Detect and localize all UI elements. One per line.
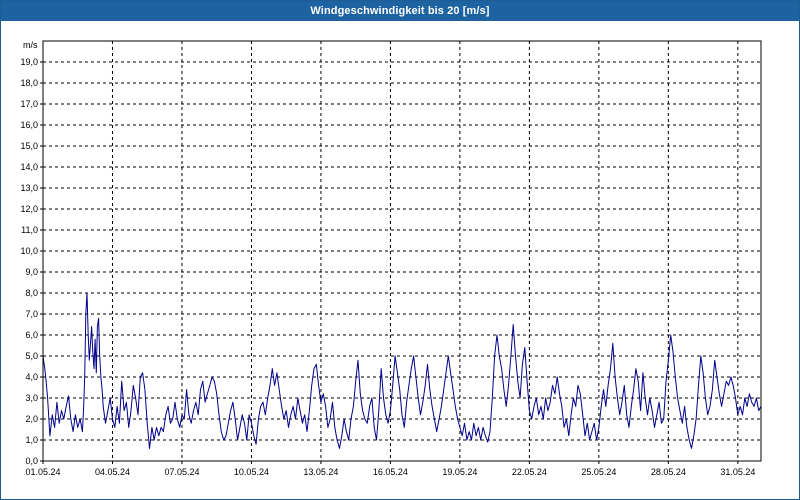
chart-title: Windgeschwindigkeit bis 20 [m/s] — [1, 1, 799, 21]
y-tick-label: 10,0 — [20, 246, 38, 256]
y-tick-label: 7,0 — [25, 309, 38, 319]
y-tick-label: 6,0 — [25, 330, 38, 340]
x-tick-label: 13.05.24 — [303, 467, 338, 477]
x-tick-label: 01.05.24 — [25, 467, 60, 477]
y-axis: 0,0 1,0 2,0 3,0 4,0 5,0 6,0 7,0 8,0 9,0 10,0 11,0 12… — [20, 57, 43, 466]
y-tick-label: 8,0 — [25, 288, 38, 298]
y-tick-label: 16,0 — [20, 120, 38, 130]
x-axis: 01.05.24 04.05.24 07.05.24 10.05.24 13.05.24… — [25, 461, 755, 477]
plot-background — [43, 41, 761, 461]
y-tick-label: 4,0 — [25, 372, 38, 382]
y-tick-label: 12,0 — [20, 204, 38, 214]
y-axis-unit-label: m/s — [23, 40, 38, 50]
x-tick-label: 28.05.24 — [651, 467, 686, 477]
y-tick-label: 2,0 — [25, 414, 38, 424]
y-tick-label: 18,0 — [20, 78, 38, 88]
x-tick-label: 16.05.24 — [373, 467, 408, 477]
x-tick-label: 19.05.24 — [442, 467, 477, 477]
y-tick-label: 19,0 — [20, 57, 38, 67]
x-tick-label: 25.05.24 — [581, 467, 616, 477]
x-tick-label: 04.05.24 — [95, 467, 130, 477]
x-tick-label: 10.05.24 — [234, 467, 269, 477]
x-tick-label: 22.05.24 — [512, 467, 547, 477]
y-tick-label: 1,0 — [25, 435, 38, 445]
y-tick-label: 0,0 — [25, 456, 38, 466]
x-tick-label: 07.05.24 — [164, 467, 199, 477]
wind-speed-chart: 0,0 1,0 2,0 3,0 4,0 5,0 6,0 7,0 8,0 9,0 10,0 11,0 12… — [20, 40, 762, 477]
chart-window: Windgeschwindigkeit bis 20 [m/s] 0,0 1,0 2… — [0, 0, 800, 500]
x-tick-label: 31.05.24 — [720, 467, 755, 477]
y-tick-label: 17,0 — [20, 99, 38, 109]
y-tick-label: 15,0 — [20, 141, 38, 151]
y-tick-label: 14,0 — [20, 162, 38, 172]
y-tick-label: 13,0 — [20, 183, 38, 193]
y-tick-label: 5,0 — [25, 351, 38, 361]
y-tick-label: 3,0 — [25, 393, 38, 403]
y-tick-label: 9,0 — [25, 267, 38, 277]
y-tick-label: 11,0 — [21, 225, 38, 235]
